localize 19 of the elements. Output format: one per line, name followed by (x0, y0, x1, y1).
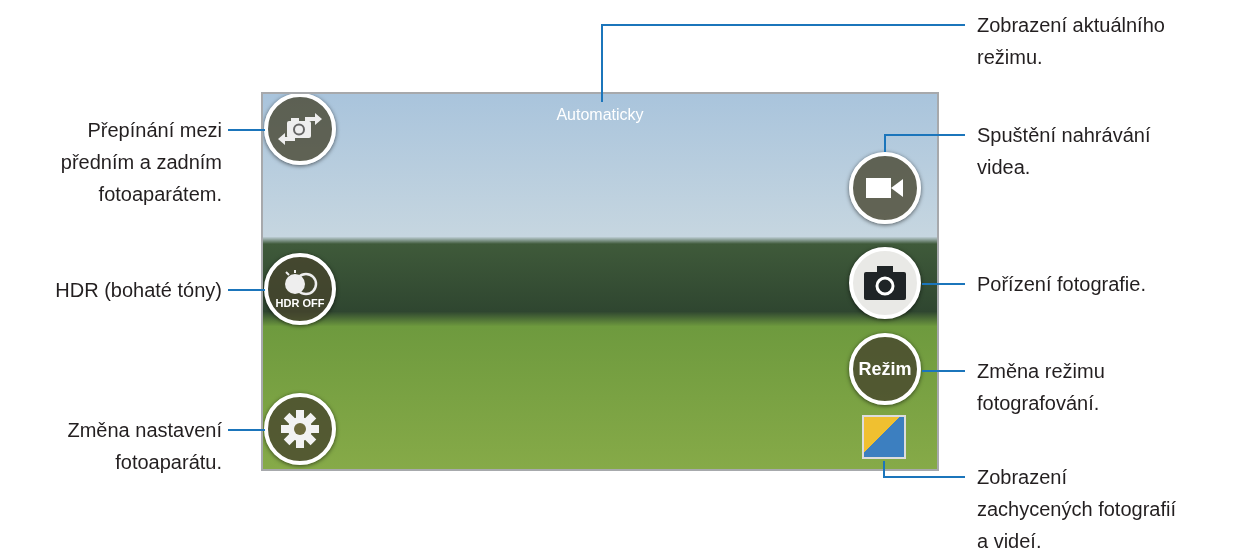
callout-text: Spuštění nahrávání videa. (977, 123, 1151, 180)
callout-text: Změna režimu fotografování. (977, 359, 1105, 416)
callout-text: Změna nastavení fotoaparátu. (67, 418, 222, 475)
leader-line (227, 429, 266, 431)
camera-icon (864, 266, 906, 300)
leader-line (227, 129, 266, 131)
leader-line (921, 370, 966, 372)
callout-text: Pořízení fotografie. (977, 272, 1146, 297)
callout-text: Zobrazení zachycených fotografií a videí. (977, 465, 1176, 554)
leader-line (227, 289, 266, 291)
callout-text: Zobrazení aktuálního režimu. (977, 13, 1165, 70)
callout-text: HDR (bohaté tóny) (55, 278, 222, 303)
leader-line (921, 283, 966, 285)
switch-camera-icon (277, 111, 323, 147)
settings-icon (280, 409, 320, 449)
mode-label: Automaticky (556, 106, 644, 124)
gallery-thumbnail[interactable] (862, 415, 906, 459)
callout-text: Přepínání mezi předním a zadním fotoaparátem. (60, 118, 222, 207)
video-camera-icon (866, 177, 904, 199)
